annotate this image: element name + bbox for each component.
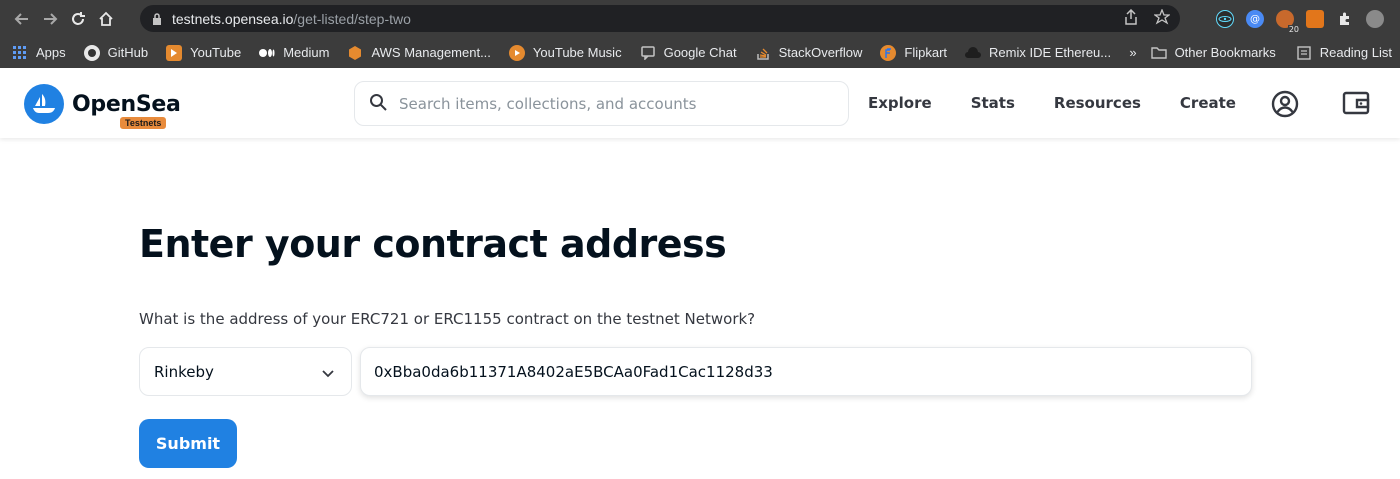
search-icon: [369, 93, 387, 115]
search-input[interactable]: [399, 94, 819, 113]
bookmark-label: GitHub: [107, 45, 149, 60]
url-text: testnets.opensea.io/get-listed/step-two: [172, 10, 411, 27]
youtube-icon: [166, 44, 183, 61]
account-circle-icon[interactable]: [1271, 90, 1299, 122]
back-arrow-icon[interactable]: [8, 5, 36, 33]
contract-address-value: 0xBba0da6b11371A8402aE5BCAa0Fad1Cac1128d…: [374, 362, 773, 381]
github-icon: [83, 44, 100, 61]
react-devtools-icon[interactable]: [1216, 10, 1234, 28]
nav-stats[interactable]: Stats: [971, 94, 1015, 112]
bookmark-apps[interactable]: Apps: [12, 45, 66, 61]
profile-avatar-icon[interactable]: [1366, 10, 1384, 28]
opensea-ship-icon: [24, 84, 64, 124]
bookmark-label: Medium: [283, 45, 330, 60]
star-bookmark-icon[interactable]: [1153, 7, 1171, 29]
bookmark-youtube-music[interactable]: YouTube Music: [508, 44, 622, 61]
reading-list-label: Reading List: [1319, 45, 1392, 60]
folder-icon: [1150, 45, 1167, 61]
bookmark-github[interactable]: GitHub: [83, 44, 149, 61]
bookmark-youtube[interactable]: YouTube: [166, 44, 242, 61]
browser-chrome: testnets.opensea.io/get-listed/step-two …: [0, 0, 1400, 68]
other-bookmarks-label: Other Bookmarks: [1174, 45, 1276, 60]
apps-grid-icon: [12, 45, 28, 61]
reading-list[interactable]: Reading List: [1296, 45, 1392, 61]
bookmark-label: Apps: [36, 45, 66, 60]
youtube-music-icon: [508, 44, 525, 61]
metamask-fox-icon[interactable]: [1306, 10, 1324, 28]
bookmark-label: Google Chat: [663, 45, 737, 60]
bookmark-label: AWS Management...: [371, 45, 491, 60]
wallet-icon[interactable]: [1342, 90, 1370, 120]
bookmark-label: Remix IDE Ethereu...: [989, 45, 1112, 60]
main-nav: Explore Stats Resources Create: [868, 68, 1275, 138]
extensions-area: @ 20: [1216, 6, 1384, 34]
bookmark-stackoverflow[interactable]: StackOverflow: [755, 45, 863, 61]
share-icon[interactable]: [1124, 8, 1138, 29]
bookmark-medium[interactable]: Medium: [259, 45, 329, 61]
opensea-wordmark: OpenSea: [72, 91, 181, 117]
network-selected-value: Rinkeby: [154, 362, 214, 381]
bookmark-label: YouTube: [190, 45, 242, 60]
submit-button[interactable]: Submit: [139, 419, 237, 468]
reading-list-icon: [1296, 45, 1312, 61]
google-chat-icon: [640, 45, 656, 61]
bookmarks-overflow-button[interactable]: »: [1129, 45, 1136, 60]
bookmark-aws[interactable]: AWS Management...: [347, 45, 491, 61]
other-bookmarks-folder[interactable]: Other Bookmarks: [1150, 45, 1276, 61]
network-select[interactable]: Rinkeby: [139, 347, 352, 396]
bookmark-label: YouTube Music: [532, 45, 622, 60]
chevron-down-icon: [321, 365, 335, 383]
badge-extension-icon[interactable]: 20: [1276, 10, 1300, 34]
bookmark-remix[interactable]: Remix IDE Ethereu...: [965, 45, 1111, 61]
browser-toolbar: testnets.opensea.io/get-listed/step-two …: [0, 0, 1400, 37]
main-content: Enter your contract address What is the …: [0, 138, 1400, 479]
bookmark-flipkart[interactable]: Flipkart: [880, 44, 948, 61]
nav-resources[interactable]: Resources: [1054, 94, 1141, 112]
address-bar[interactable]: testnets.opensea.io/get-listed/step-two: [140, 5, 1180, 32]
nav-create[interactable]: Create: [1180, 94, 1236, 112]
bookmarks-bar: Apps GitHub YouTube Medium AWS Managemen…: [0, 37, 1400, 68]
bookmark-label: StackOverflow: [778, 45, 863, 60]
contract-address-input[interactable]: 0xBba0da6b11371A8402aE5BCAa0Fad1Cac1128d…: [360, 347, 1252, 396]
at-extension-icon[interactable]: @: [1246, 10, 1264, 28]
bookmark-label: Flipkart: [904, 45, 948, 60]
nav-explore[interactable]: Explore: [868, 94, 932, 112]
contract-question-label: What is the address of your ERC721 or ER…: [139, 310, 756, 328]
opensea-header: OpenSea Testnets Explore Stats Resources…: [0, 68, 1400, 138]
stackoverflow-icon: [755, 45, 771, 61]
reload-icon[interactable]: [64, 5, 92, 33]
forward-arrow-icon[interactable]: [36, 5, 64, 33]
puzzle-extensions-icon[interactable]: [1336, 10, 1354, 28]
flipkart-icon: [880, 44, 897, 61]
bookmark-google-chat[interactable]: Google Chat: [640, 45, 737, 61]
home-icon[interactable]: [92, 5, 120, 33]
aws-icon: [347, 45, 363, 61]
search-bar[interactable]: [354, 81, 849, 126]
page-title: Enter your contract address: [139, 222, 727, 266]
lock-icon: [150, 12, 164, 26]
testnets-badge: Testnets: [120, 117, 167, 129]
medium-icon: [259, 45, 275, 61]
remix-icon: [965, 45, 982, 61]
